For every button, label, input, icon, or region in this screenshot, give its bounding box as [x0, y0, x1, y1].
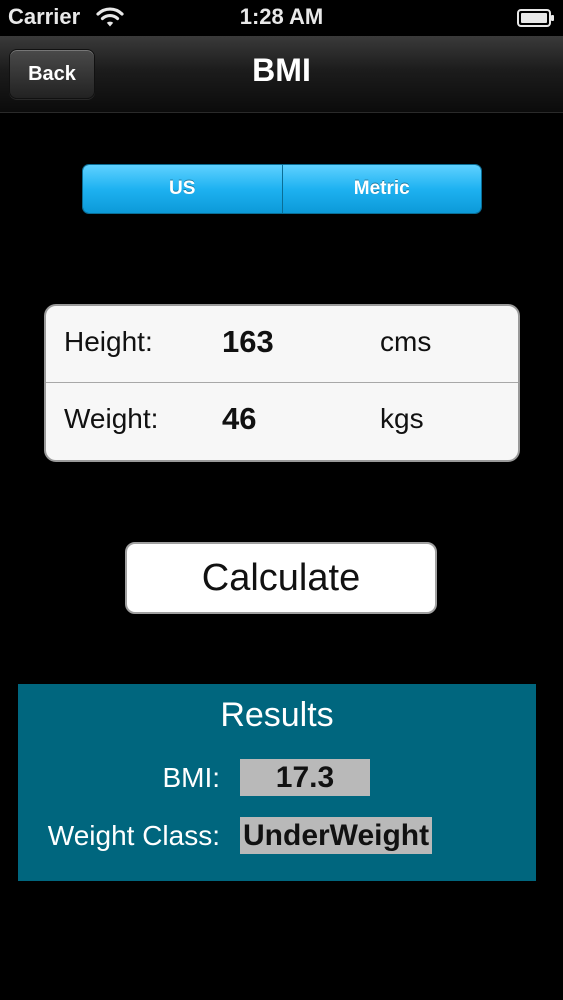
height-unit: cms: [380, 326, 432, 357]
height-row[interactable]: Height: 163 cms: [46, 306, 518, 383]
height-value[interactable]: 163: [222, 324, 274, 360]
segment-us[interactable]: US: [83, 165, 282, 213]
weight-class-value: UnderWeight: [240, 817, 433, 854]
status-bar: Carrier 1:28 AM: [0, 0, 563, 36]
bmi-value: 17.3: [240, 759, 370, 796]
battery-icon: [517, 8, 555, 33]
calculate-button[interactable]: Calculate: [125, 542, 437, 614]
page-title: BMI: [252, 52, 311, 88]
weight-unit: kgs: [380, 403, 424, 434]
navigation-bar: Back BMI: [0, 36, 563, 113]
segment-metric[interactable]: Metric: [281, 165, 481, 213]
weight-row[interactable]: Weight: 46 kgs: [46, 383, 518, 459]
results-panel: Results BMI: 17.3 Weight Class: UnderWei…: [18, 684, 536, 881]
weight-label: Weight:: [64, 403, 159, 434]
bmi-label: BMI:: [162, 762, 220, 793]
weight-class-label: Weight Class:: [47, 820, 220, 851]
weight-value[interactable]: 46: [222, 401, 256, 437]
clock: 1:28 AM: [239, 4, 324, 29]
measurement-card: Height: 163 cms Weight: 46 kgs: [44, 304, 520, 462]
results-title: Results: [220, 696, 334, 734]
unit-segmented-control: US Metric: [82, 164, 482, 214]
height-label: Height:: [64, 326, 153, 357]
